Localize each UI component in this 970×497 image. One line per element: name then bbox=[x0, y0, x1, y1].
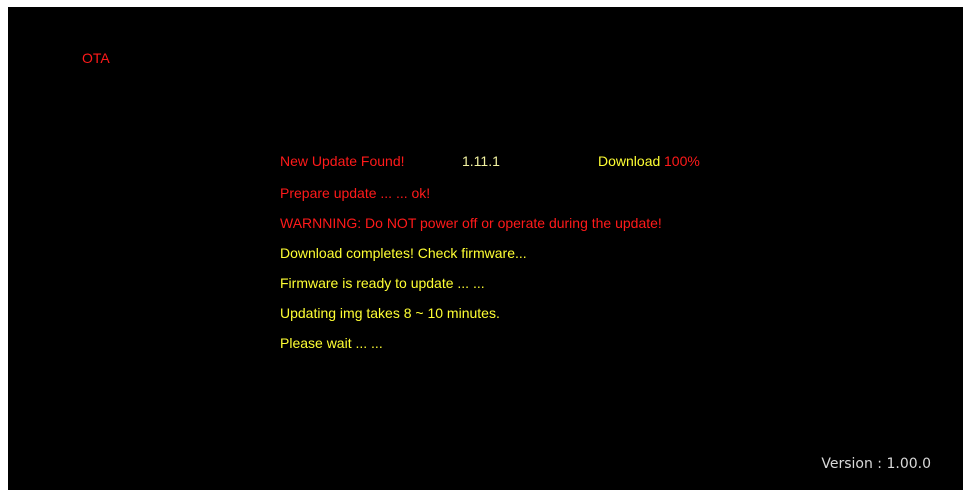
update-status-row: New Update Found! 1.11.1 Download 100% bbox=[280, 153, 700, 169]
log-line-download-complete: Download completes! Check firmware... bbox=[280, 245, 527, 261]
new-version-number: 1.11.1 bbox=[462, 153, 500, 169]
app-version: Version : 1.00.0 bbox=[821, 456, 931, 472]
ota-screen: OTA New Update Found! 1.11.1 Download 10… bbox=[8, 7, 963, 490]
log-line-firmware-ready: Firmware is ready to update ... ... bbox=[280, 275, 485, 291]
log-line-updating-img: Updating img takes 8 ~ 10 minutes. bbox=[280, 305, 500, 321]
log-line-please-wait: Please wait ... ... bbox=[280, 335, 383, 351]
ota-title: OTA bbox=[82, 50, 110, 66]
download-label: Download bbox=[598, 153, 661, 169]
download-progress: 100% bbox=[664, 153, 700, 169]
update-found-label: New Update Found! bbox=[280, 153, 405, 169]
log-line-prepare: Prepare update ... ... ok! bbox=[280, 185, 431, 201]
log-line-warning: WARNNING: Do NOT power off or operate du… bbox=[280, 215, 662, 231]
